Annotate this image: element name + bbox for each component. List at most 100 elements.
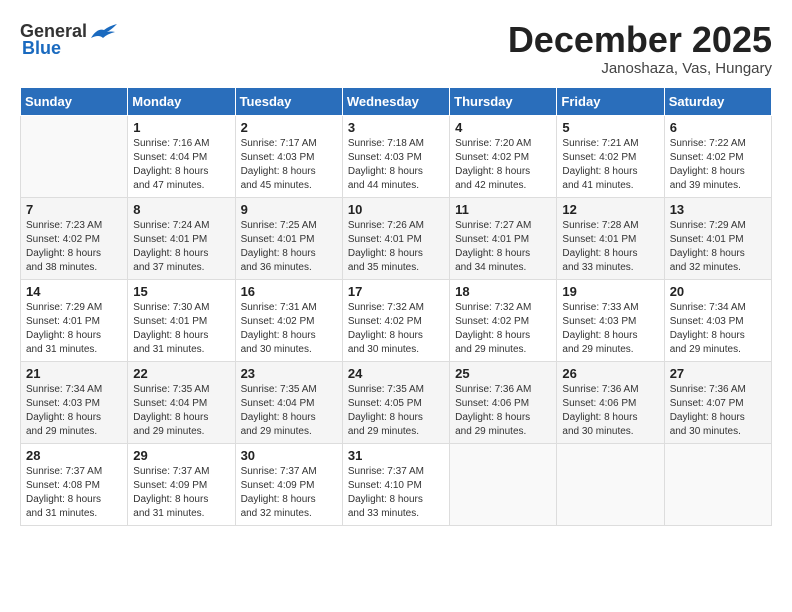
calendar-cell: 15 Sunrise: 7:30 AMSunset: 4:01 PMDayligh… [128, 279, 235, 361]
day-info: Sunrise: 7:28 AMSunset: 4:01 PMDaylight:… [562, 219, 658, 275]
day-number: 15 [133, 284, 229, 299]
day-info: Sunrise: 7:30 AMSunset: 4:01 PMDaylight:… [133, 301, 229, 357]
day-info: Sunrise: 7:24 AMSunset: 4:01 PMDaylight:… [133, 219, 229, 275]
day-number: 5 [562, 120, 658, 135]
day-number: 4 [455, 120, 551, 135]
calendar-cell: 2Sunrise: 7:17 AMSunset: 4:03 PMDaylight… [235, 115, 342, 197]
calendar-cell: 17 Sunrise: 7:32 AMSunset: 4:02 PMDayligh… [342, 279, 449, 361]
day-info: Sunrise: 7:33 AMSunset: 4:03 PMDaylight:… [562, 301, 658, 357]
day-number: 17 [348, 284, 444, 299]
calendar-cell: 9Sunrise: 7:25 AMSunset: 4:01 PMDaylight… [235, 197, 342, 279]
calendar-cell: 6 Sunrise: 7:22 AMSunset: 4:02 PMDaylight… [664, 115, 771, 197]
day-info: Sunrise: 7:21 AMSunset: 4:02 PMDaylight:… [562, 137, 658, 193]
calendar-cell: 25 Sunrise: 7:36 AMSunset: 4:06 PMDayligh… [450, 361, 557, 443]
week-row-3: 14Sunrise: 7:29 AMSunset: 4:01 PMDayligh… [21, 279, 772, 361]
day-info: Sunrise: 7:18 AMSunset: 4:03 PMDaylight:… [348, 137, 444, 193]
calendar-cell: 11 Sunrise: 7:27 AMSunset: 4:01 PMDayligh… [450, 197, 557, 279]
calendar-cell: 16 Sunrise: 7:31 AMSunset: 4:02 PMDayligh… [235, 279, 342, 361]
day-number: 8 [133, 202, 229, 217]
calendar-cell: 28Sunrise: 7:37 AMSunset: 4:08 PMDayligh… [21, 443, 128, 525]
day-info: Sunrise: 7:36 AMSunset: 4:06 PMDaylight:… [455, 383, 551, 439]
day-info: Sunrise: 7:36 AMSunset: 4:06 PMDaylight:… [562, 383, 658, 439]
day-number: 29 [133, 448, 229, 463]
weekday-header-monday: Monday [128, 87, 235, 115]
day-info: Sunrise: 7:36 AMSunset: 4:07 PMDaylight:… [670, 383, 766, 439]
day-number: 28 [26, 448, 122, 463]
day-number: 12 [562, 202, 658, 217]
day-number: 2 [241, 120, 337, 135]
day-number: 27 [670, 366, 766, 381]
calendar-cell: 14Sunrise: 7:29 AMSunset: 4:01 PMDayligh… [21, 279, 128, 361]
calendar-cell: 1 Sunrise: 7:16 AMSunset: 4:04 PMDaylight… [128, 115, 235, 197]
day-info: Sunrise: 7:16 AMSunset: 4:04 PMDaylight:… [133, 137, 229, 193]
day-number: 14 [26, 284, 122, 299]
calendar-cell: 29 Sunrise: 7:37 AMSunset: 4:09 PMDayligh… [128, 443, 235, 525]
logo-bird-icon [89, 20, 119, 42]
day-number: 1 [133, 120, 229, 135]
week-row-2: 7Sunrise: 7:23 AMSunset: 4:02 PMDaylight… [21, 197, 772, 279]
day-info: Sunrise: 7:32 AMSunset: 4:02 PMDaylight:… [455, 301, 551, 357]
calendar-cell [557, 443, 664, 525]
week-row-1: 1 Sunrise: 7:16 AMSunset: 4:04 PMDaylight… [21, 115, 772, 197]
day-number: 22 [133, 366, 229, 381]
day-number: 11 [455, 202, 551, 217]
calendar-cell: 5 Sunrise: 7:21 AMSunset: 4:02 PMDaylight… [557, 115, 664, 197]
day-info: Sunrise: 7:25 AMSunset: 4:01 PMDaylight:… [241, 219, 337, 275]
title-block: December 2025 Janoshaza, Vas, Hungary [508, 20, 772, 77]
day-number: 23 [241, 366, 337, 381]
day-number: 24 [348, 366, 444, 381]
logo: General Blue [20, 20, 119, 59]
day-number: 20 [670, 284, 766, 299]
day-number: 25 [455, 366, 551, 381]
day-info: Sunrise: 7:34 AMSunset: 4:03 PMDaylight:… [26, 383, 122, 439]
day-number: 16 [241, 284, 337, 299]
weekday-header-tuesday: Tuesday [235, 87, 342, 115]
day-number: 19 [562, 284, 658, 299]
day-number: 21 [26, 366, 122, 381]
day-number: 31 [348, 448, 444, 463]
day-number: 26 [562, 366, 658, 381]
day-info: Sunrise: 7:31 AMSunset: 4:02 PMDaylight:… [241, 301, 337, 357]
calendar-cell [664, 443, 771, 525]
calendar-cell: 3 Sunrise: 7:18 AMSunset: 4:03 PMDaylight… [342, 115, 449, 197]
calendar-cell [450, 443, 557, 525]
calendar-body: 1 Sunrise: 7:16 AMSunset: 4:04 PMDaylight… [21, 115, 772, 525]
calendar-cell: 4 Sunrise: 7:20 AMSunset: 4:02 PMDaylight… [450, 115, 557, 197]
day-info: Sunrise: 7:37 AMSunset: 4:09 PMDaylight:… [133, 465, 229, 521]
weekday-header-friday: Friday [557, 87, 664, 115]
weekday-header-saturday: Saturday [664, 87, 771, 115]
calendar-cell: 22 Sunrise: 7:35 AMSunset: 4:04 PMDayligh… [128, 361, 235, 443]
weekday-header-row: SundayMondayTuesdayWednesdayThursdayFrid… [21, 87, 772, 115]
day-info: Sunrise: 7:35 AMSunset: 4:04 PMDaylight:… [241, 383, 337, 439]
calendar-cell: 20Sunrise: 7:34 AMSunset: 4:03 PMDayligh… [664, 279, 771, 361]
weekday-header-thursday: Thursday [450, 87, 557, 115]
week-row-5: 28Sunrise: 7:37 AMSunset: 4:08 PMDayligh… [21, 443, 772, 525]
day-info: Sunrise: 7:37 AMSunset: 4:10 PMDaylight:… [348, 465, 444, 521]
day-number: 6 [670, 120, 766, 135]
month-title: December 2025 [508, 20, 772, 60]
week-row-4: 21 Sunrise: 7:34 AMSunset: 4:03 PMDayligh… [21, 361, 772, 443]
calendar-cell: 19 Sunrise: 7:33 AMSunset: 4:03 PMDayligh… [557, 279, 664, 361]
day-info: Sunrise: 7:26 AMSunset: 4:01 PMDaylight:… [348, 219, 444, 275]
calendar-cell [21, 115, 128, 197]
day-info: Sunrise: 7:22 AMSunset: 4:02 PMDaylight:… [670, 137, 766, 193]
day-info: Sunrise: 7:35 AMSunset: 4:05 PMDaylight:… [348, 383, 444, 439]
calendar-cell: 27 Sunrise: 7:36 AMSunset: 4:07 PMDayligh… [664, 361, 771, 443]
calendar-cell: 31 Sunrise: 7:37 AMSunset: 4:10 PMDayligh… [342, 443, 449, 525]
day-info: Sunrise: 7:29 AMSunset: 4:01 PMDaylight:… [670, 219, 766, 275]
calendar-cell: 18 Sunrise: 7:32 AMSunset: 4:02 PMDayligh… [450, 279, 557, 361]
calendar-table: SundayMondayTuesdayWednesdayThursdayFrid… [20, 87, 772, 526]
day-info: Sunrise: 7:35 AMSunset: 4:04 PMDaylight:… [133, 383, 229, 439]
weekday-header-wednesday: Wednesday [342, 87, 449, 115]
day-number: 13 [670, 202, 766, 217]
day-number: 18 [455, 284, 551, 299]
day-info: Sunrise: 7:27 AMSunset: 4:01 PMDaylight:… [455, 219, 551, 275]
calendar-cell: 13 Sunrise: 7:29 AMSunset: 4:01 PMDayligh… [664, 197, 771, 279]
day-info: Sunrise: 7:20 AMSunset: 4:02 PMDaylight:… [455, 137, 551, 193]
day-info: Sunrise: 7:32 AMSunset: 4:02 PMDaylight:… [348, 301, 444, 357]
calendar-cell: 24 Sunrise: 7:35 AMSunset: 4:05 PMDayligh… [342, 361, 449, 443]
day-number: 3 [348, 120, 444, 135]
calendar-cell: 8 Sunrise: 7:24 AMSunset: 4:01 PMDaylight… [128, 197, 235, 279]
calendar-cell: 7Sunrise: 7:23 AMSunset: 4:02 PMDaylight… [21, 197, 128, 279]
calendar-cell: 26 Sunrise: 7:36 AMSunset: 4:06 PMDayligh… [557, 361, 664, 443]
